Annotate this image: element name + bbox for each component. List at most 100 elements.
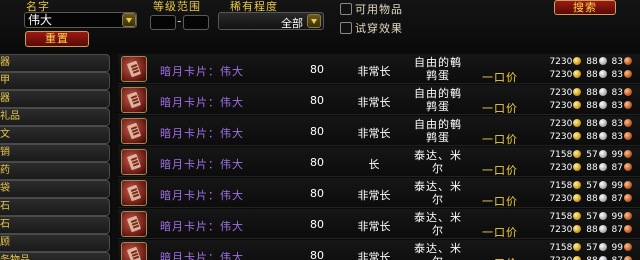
silver-coin-icon [598,163,607,171]
reset-button[interactable]: 重置 [25,31,89,47]
name-dropdown-arrow-icon[interactable] [122,13,136,27]
bid-gold: 7158 [549,181,573,191]
item-level: 80 [310,125,324,138]
gold-coin-icon [573,70,582,78]
gold-coin-icon [573,212,582,220]
darkmoon-card-icon[interactable] [121,56,147,82]
category-item[interactable]: 药 [0,162,110,180]
copper-coin-icon [624,256,632,260]
preview-label: 试穿效果 [355,22,403,35]
category-item[interactable]: 务物品 [0,252,110,260]
category-item[interactable]: 器 [0,54,110,72]
gold-coin-icon [573,243,582,251]
usable-items-label: 可用物品 [355,3,403,16]
auction-row[interactable]: 暗月卡片：伟大 80 非常长 自由的鹌 鹑蛋 一口价 7230 88 83 723… [118,54,640,84]
seller-name: 泰达、米尔 [410,242,466,260]
level-max-input[interactable] [183,15,209,30]
auction-row[interactable]: 暗月卡片：伟大 80 非常长 自由的鹌 鹑蛋 一口价 7230 88 83 723… [118,85,640,115]
name-search-value: 伟大 [28,13,53,27]
copper-coin-icon [624,225,632,233]
bid-silver: 88 [586,119,598,129]
name-search-input[interactable]: 伟大 [24,12,137,28]
level-min-input[interactable] [150,15,176,30]
silver-coin-icon [598,225,607,233]
rarity-dropdown[interactable]: 全部 [218,12,324,30]
category-item[interactable]: 袋 [0,180,110,198]
bid-copper: 83 [611,57,623,67]
buyout-label: 一口价 [482,226,518,239]
level-range-dash: - [177,14,182,28]
seller-line-2: 鹑蛋 [426,131,450,144]
silver-coin-icon [598,150,607,158]
auction-row[interactable]: 暗月卡片：伟大 80 非常长 泰达、米尔 一口价 7158 57 99 7230… [118,209,640,239]
item-level: 80 [310,187,324,200]
darkmoon-card-icon[interactable] [121,118,147,144]
auction-row[interactable]: 暗月卡片：伟大 80 长 泰达、米尔 一口价 7158 57 99 7230 8… [118,147,640,177]
category-item[interactable]: 礼品 [0,108,110,126]
silver-coin-icon [598,181,607,189]
buyout-price: 7230 88 87 [549,225,634,235]
darkmoon-card-icon[interactable] [121,211,147,237]
auction-row[interactable]: 暗月卡片：伟大 80 非常长 泰达、米尔 一口价 7158 57 99 7230… [118,240,640,260]
copper-coin-icon [624,243,632,251]
usable-items-checkbox[interactable] [340,3,352,15]
darkmoon-card-icon[interactable] [121,242,147,260]
preview-checkbox[interactable] [340,22,352,34]
bid-price: 7158 57 99 [549,150,634,160]
buyout-silver: 88 [586,163,598,173]
filter-bar: 名字 伟大 重置 等级范围 - 稀有程度 全部 可用物品 试穿效果 搜索 [0,0,640,52]
seller-line-1: 自由的鹌 [414,118,462,131]
buyout-copper: 83 [611,101,623,111]
category-item[interactable]: 文 [0,126,110,144]
seller-line-2: 尔 [432,193,444,206]
category-scrollbar[interactable] [112,52,117,260]
darkmoon-card-icon[interactable] [121,149,147,175]
buyout-price: 7230 88 83 [549,70,634,80]
time-left: 非常长 [357,189,391,202]
auction-row[interactable]: 暗月卡片：伟大 80 非常长 泰达、米尔 一口价 7158 57 99 7230… [118,178,640,208]
gold-coin-icon [573,101,582,109]
category-item[interactable]: 石 [0,216,110,234]
gold-coin-icon [573,163,582,171]
buyout-gold: 7230 [549,163,573,173]
seller-line-2: 尔 [432,255,444,260]
buyout-label: 一口价 [482,102,518,115]
buyout-gold: 7230 [549,256,572,260]
darkmoon-card-icon[interactable] [121,180,147,206]
item-name: 暗月卡片：伟大 [160,158,244,171]
copper-coin-icon [624,181,632,189]
bid-silver: 57 [586,212,598,222]
time-left: 非常长 [357,65,391,78]
bid-price: 7230 88 83 [549,88,634,98]
darkmoon-card-icon[interactable] [121,87,147,113]
bid-price: 7158 57 99 [549,181,634,191]
copper-coin-icon [624,57,632,65]
bid-silver: 57 [586,150,598,160]
bid-silver: 88 [586,57,598,67]
copper-coin-icon [624,212,632,220]
bid-gold: 7158 [549,150,573,160]
gold-coin-icon [573,57,582,65]
buyout-silver: 88 [586,194,598,204]
rarity-dropdown-arrow-icon[interactable] [307,14,321,28]
search-button[interactable]: 搜索 [554,0,616,15]
category-item[interactable]: 顾 [0,234,110,252]
bid-price: 7158 57 99 [549,243,634,253]
seller-name: 自由的鹌 鹑蛋 [410,118,466,144]
category-item[interactable]: 销 [0,144,110,162]
category-item[interactable]: 石 [0,198,110,216]
category-item[interactable]: 甲 [0,72,110,90]
auction-row[interactable]: 暗月卡片：伟大 80 非常长 自由的鹌 鹑蛋 一口价 7230 88 83 723… [118,116,640,146]
copper-coin-icon [624,132,632,140]
buyout-price: 7230 88 87 [549,194,634,204]
bid-copper: 99 [611,243,623,253]
silver-coin-icon [598,70,607,78]
buyout-copper: 87 [611,225,623,235]
buyout-gold: 7230 [549,225,573,235]
seller-name: 泰达、米尔 [410,149,466,175]
level-range-label: 等级范围 [153,0,201,13]
bid-gold: 7158 [549,243,573,253]
item-level: 80 [310,63,324,76]
buyout-price: 7230 88 83 [549,132,634,142]
category-item[interactable]: 器 [0,90,110,108]
